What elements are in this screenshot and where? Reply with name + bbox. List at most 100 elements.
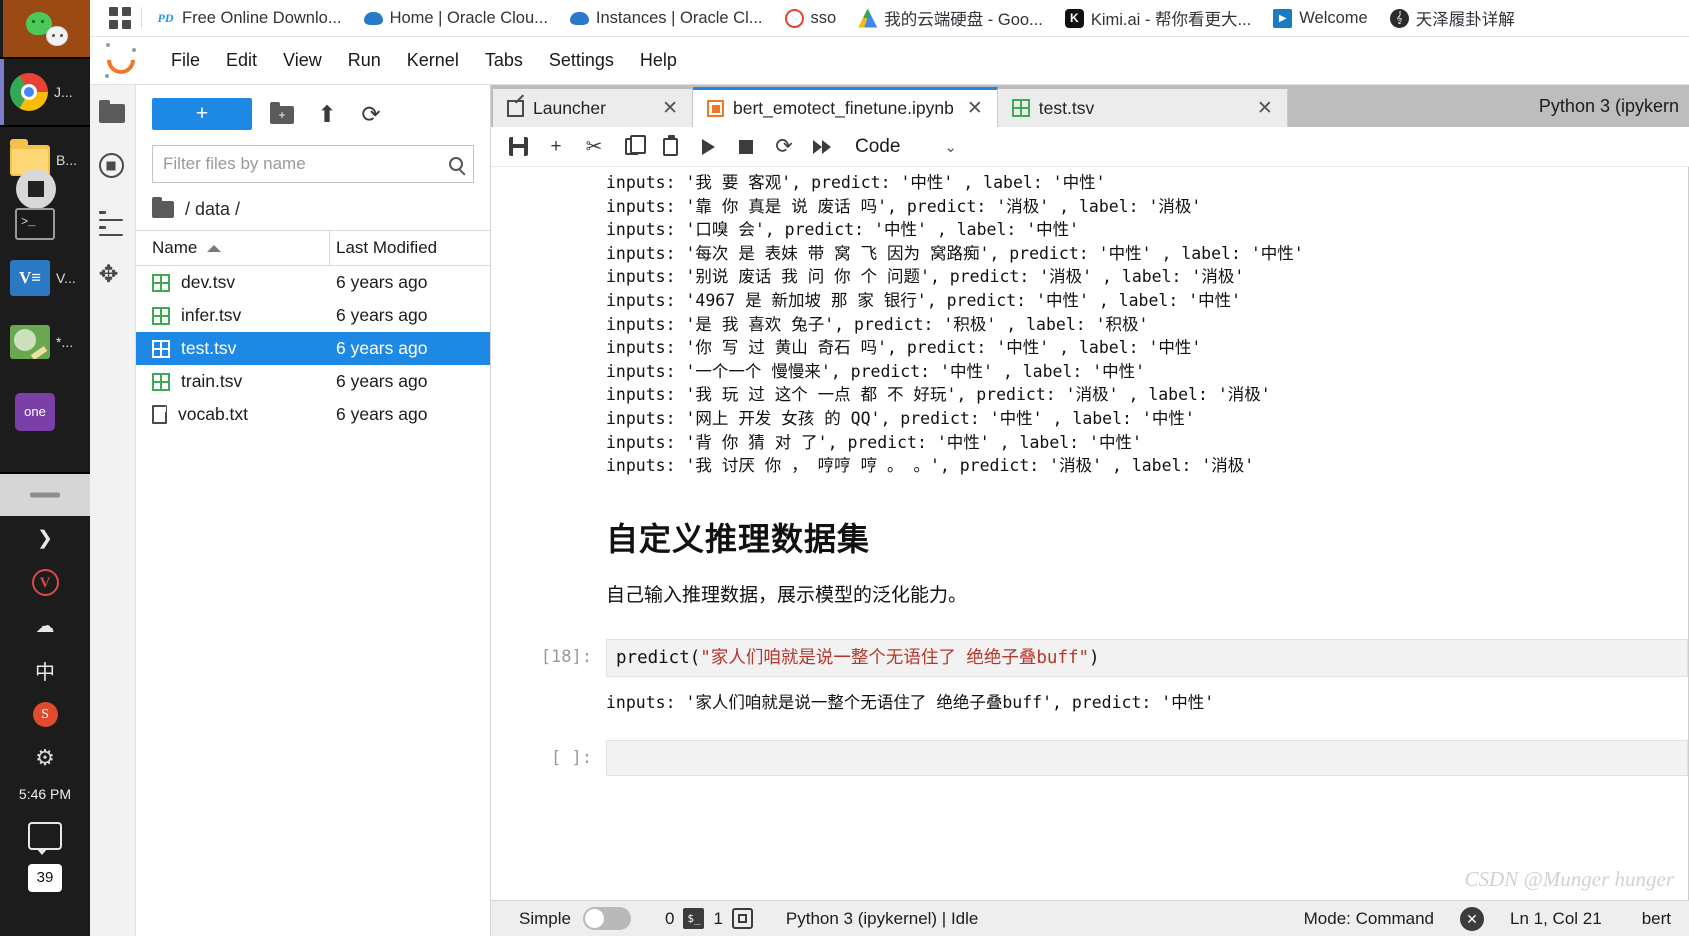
close-icon[interactable]: ✕ (1235, 97, 1273, 120)
cut-button[interactable]: ✂ (575, 130, 613, 164)
copy-button[interactable] (613, 130, 651, 164)
browser-tab-oracle-home[interactable]: Home | Oracle Clou... (363, 9, 548, 28)
main-dock-area: Launcher ✕ bert_emotect_finetune.ipynb ✕… (491, 85, 1689, 936)
menu-view[interactable]: View (270, 46, 335, 75)
dock-tab-launcher[interactable]: Launcher ✕ (493, 89, 693, 127)
new-launcher-button[interactable]: + (152, 98, 252, 130)
tray-item-settings[interactable]: ⚙ (0, 736, 90, 780)
play-icon: ▶ (1273, 8, 1293, 28)
restart-kernel-button[interactable]: ⟳ (765, 130, 803, 164)
apps-grid-icon[interactable] (109, 7, 131, 29)
taskbar-item-chrome[interactable]: J... (0, 59, 90, 125)
clock[interactable]: 5:46 PM (0, 780, 90, 808)
paste-button[interactable] (651, 130, 689, 164)
column-header-last-modified[interactable]: Last Modified (330, 238, 490, 258)
terminal-icon[interactable]: $_ (683, 908, 705, 929)
menu-kernel[interactable]: Kernel (394, 46, 472, 75)
tray-item-cloud[interactable]: ☁ (0, 604, 90, 648)
browser-tab-free-online-downloader[interactable]: PD Free Online Downlo... (156, 8, 342, 28)
onenote-icon: one (15, 393, 55, 431)
file-modified: 6 years ago (336, 272, 428, 292)
dock-tab-notebook[interactable]: bert_emotect_finetune.ipynb ✕ (693, 87, 998, 127)
cell-type-select[interactable]: Code ⌄ (855, 136, 957, 158)
taskbar-item-onenote[interactable]: one (0, 384, 90, 440)
refresh-icon[interactable]: ⟳ (358, 101, 384, 127)
taskbar-item-paint[interactable]: *... (0, 316, 90, 368)
simple-mode-toggle[interactable] (582, 907, 631, 930)
stop-button[interactable] (727, 130, 765, 164)
file-filter-box[interactable] (152, 145, 474, 183)
file-row-train-tsv[interactable]: train.tsv 6 years ago (136, 365, 490, 398)
close-icon[interactable]: ✕ (963, 97, 983, 120)
wechat-icon (25, 11, 68, 46)
menu-run[interactable]: Run (335, 46, 394, 75)
menu-file[interactable]: File (158, 46, 213, 75)
column-header-name[interactable]: Name (136, 238, 329, 258)
file-row-vocab-txt[interactable]: vocab.txt 6 years ago (136, 398, 490, 431)
code-cell-18[interactable]: [18]: predict("家人们咱就是说一整个无语住了 绝绝子叠buff") (491, 638, 1688, 677)
taskbar-item-label: J... (54, 84, 73, 100)
tray-item-ime[interactable]: 中 (0, 648, 90, 692)
notebook-icon (707, 100, 724, 117)
running-terminals-icon[interactable] (98, 153, 127, 181)
status-bar-right: Mode: Command ✕ Ln 1, Col 21 bert (1304, 906, 1689, 931)
cloud-icon (569, 9, 589, 28)
file-row-infer-tsv[interactable]: infer.tsv 6 years ago (136, 299, 490, 332)
new-folder-icon[interactable]: + (270, 101, 296, 127)
file-name: train.tsv (181, 371, 243, 391)
kernel-status[interactable]: Python 3 (ipykernel) | Idle (786, 909, 978, 929)
restart-run-all-button[interactable] (803, 130, 841, 164)
cpu-icon[interactable] (731, 908, 753, 929)
breadcrumb[interactable]: / data / (136, 193, 490, 230)
menu-tabs[interactable]: Tabs (472, 46, 536, 75)
notification-count-badge[interactable]: 39 (28, 864, 62, 892)
no-save-icon[interactable]: ✕ (1460, 906, 1485, 931)
file-browser-icon[interactable] (98, 99, 127, 127)
table-of-contents-icon[interactable] (98, 207, 127, 237)
menu-help[interactable]: Help (627, 46, 690, 75)
stop-icon (739, 139, 753, 154)
folder-icon (152, 197, 174, 218)
save-button[interactable] (499, 130, 537, 164)
code-editor[interactable]: predict("家人们咱就是说一整个无语住了 绝绝子叠buff") (606, 638, 1688, 677)
tray-item-v[interactable]: V (0, 560, 90, 604)
output-line: inputs: '网上 开发 女孩 的 QQ', predict: '中性' ,… (606, 408, 1195, 428)
browser-tab-sso[interactable]: sso (784, 8, 836, 28)
browser-tab-oracle-instances[interactable]: Instances | Oracle Cl... (569, 9, 763, 28)
taskbar-item-label: *... (56, 334, 74, 350)
dock-tab-test-tsv[interactable]: test.tsv ✕ (997, 89, 1288, 127)
code-editor[interactable] (606, 740, 1688, 777)
code-cell-empty[interactable]: [ ]: (491, 740, 1688, 777)
insert-cell-button[interactable]: + (537, 130, 575, 164)
browser-tab-strip: PD Free Online Downlo... Home | Oracle C… (90, 0, 1689, 37)
taskbar-item-terminal[interactable] (0, 200, 90, 248)
cloud-icon: ☁ (35, 615, 55, 637)
browser-tab-tianze[interactable]: 𝄞 天泽履卦详解 (1389, 6, 1515, 30)
tray-expand-button[interactable]: ❯ (0, 516, 90, 560)
taskbar-item-vscode[interactable]: V≡ V... (0, 250, 90, 306)
markdown-paragraph[interactable]: 自己输入推理数据，展示模型的泛化能力。 (491, 580, 1688, 607)
file-row-test-tsv[interactable]: test.tsv 6 years ago (136, 332, 490, 365)
filter-files-input[interactable] (163, 154, 445, 174)
windows-taskbar: J... B... V≡ V... *... one ❯ (0, 0, 90, 936)
breadcrumb-path: / data / (185, 199, 241, 219)
upload-icon[interactable]: ⬆ (314, 101, 340, 127)
browser-tab-google-drive[interactable]: 我的云端硬盘 - Goo... (858, 6, 1043, 30)
close-icon[interactable]: ✕ (640, 97, 678, 120)
kernel-indicator-label[interactable]: Python 3 (ipykern (1539, 96, 1689, 117)
file-row-dev-tsv[interactable]: dev.tsv 6 years ago (136, 266, 490, 299)
menu-settings[interactable]: Settings (536, 46, 627, 75)
taskbar-item-wechat[interactable] (3, 0, 90, 57)
notebook-content[interactable]: inputs: '我 要 客观', predict: '中性' , label:… (491, 167, 1689, 900)
jupyter-body: ✥ + + ⬆ ⟳ / data / (90, 85, 1689, 936)
notification-icon[interactable] (28, 822, 62, 855)
markdown-heading[interactable]: 自定义推理数据集 (491, 514, 1688, 560)
tray-item-sogou[interactable]: S (0, 692, 90, 736)
menu-edit[interactable]: Edit (213, 46, 270, 75)
output-line: inputs: '靠 你 真是 说 废话 吗', predict: '消极' ,… (606, 196, 1202, 216)
browser-tab-welcome[interactable]: ▶ Welcome (1273, 8, 1368, 28)
browser-tab-kimi-ai[interactable]: K Kimi.ai - 帮你看更大... (1064, 6, 1251, 30)
taskbar-handle[interactable] (0, 474, 90, 516)
run-button[interactable] (689, 130, 727, 164)
extension-manager-icon[interactable]: ✥ (99, 261, 127, 289)
